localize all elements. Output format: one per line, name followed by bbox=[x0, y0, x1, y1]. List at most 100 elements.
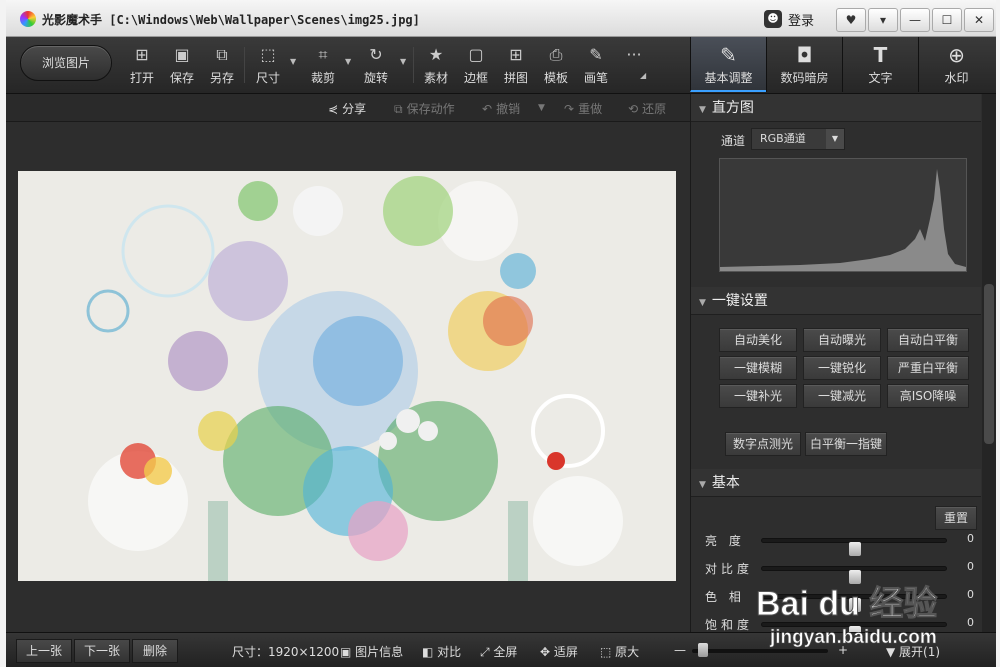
collapse-icon: ▼ bbox=[699, 480, 706, 490]
brightness-slider[interactable]: 亮 度 0 bbox=[705, 530, 975, 556]
tab-digital-darkroom[interactable]: ◘ 数码暗房 bbox=[766, 37, 842, 92]
hue-slider[interactable]: 色 相 0 bbox=[705, 586, 975, 612]
oneclick-section-header[interactable]: ▼ 一键设置 bbox=[691, 287, 981, 315]
slider-knob[interactable] bbox=[849, 598, 861, 612]
slider-track[interactable] bbox=[761, 594, 947, 612]
save-action-button[interactable]: ⧉ 保存动作 bbox=[394, 100, 455, 117]
app-logo-icon bbox=[20, 11, 36, 27]
save-as-button[interactable]: ⧉ 另存 bbox=[202, 45, 242, 89]
basic-section-header[interactable]: ▼ 基本 bbox=[691, 469, 981, 497]
one-click-sharpen-button[interactable]: 一键锐化 bbox=[803, 356, 881, 380]
auto-white-balance-button[interactable]: 自动白平衡 bbox=[887, 328, 969, 352]
login-button[interactable]: ☻ 登录 bbox=[764, 8, 814, 30]
rotate-button[interactable]: ↻ 旋转 bbox=[356, 45, 396, 89]
redo-icon: ↷ bbox=[564, 102, 575, 116]
tab-text[interactable]: T 文字 bbox=[842, 37, 918, 92]
rotate-dropdown-icon[interactable]: ▼ bbox=[400, 57, 406, 66]
collage-icon: ⊞ bbox=[509, 45, 523, 64]
chevron-down-icon: ▼ bbox=[826, 129, 844, 149]
restore-button[interactable]: ⟲ 还原 bbox=[628, 100, 666, 117]
crop-button[interactable]: ⌗ 裁剪 bbox=[303, 45, 343, 89]
expand-icon: ▼ bbox=[886, 645, 900, 659]
reset-button[interactable]: 重置 bbox=[935, 506, 977, 530]
zoom-out-button[interactable]: — bbox=[674, 643, 686, 657]
white-balance-pick-button[interactable]: 白平衡一指键 bbox=[805, 432, 887, 456]
share-button[interactable]: ⋞ 分享 bbox=[328, 100, 366, 117]
contrast-slider[interactable]: 对比度 0 bbox=[705, 558, 975, 584]
saturation-slider[interactable]: 饱和度 0 bbox=[705, 614, 975, 640]
compare-icon: ◧ bbox=[422, 645, 438, 659]
brush-icon: ✎ bbox=[589, 45, 603, 64]
template-button[interactable]: ⎙ 模板 bbox=[536, 45, 576, 89]
tab-basic-adjust[interactable]: ✎ 基本调整 bbox=[690, 37, 766, 92]
high-iso-denoise-button[interactable]: 高ISO降噪 bbox=[887, 384, 969, 408]
auto-beautify-button[interactable]: 自动美化 bbox=[719, 328, 797, 352]
crop-icon: ⌗ bbox=[318, 45, 328, 64]
menu-button[interactable]: ▾ bbox=[868, 8, 898, 32]
more-icon: ··· bbox=[626, 45, 642, 64]
undo-dropdown-icon[interactable]: ▼ bbox=[538, 103, 545, 113]
collapse-icon: ▼ bbox=[699, 105, 706, 115]
adjust-icon: ✎ bbox=[720, 43, 737, 67]
tab-watermark[interactable]: ⊕ 水印 bbox=[918, 37, 994, 92]
open-button[interactable]: ⊞ 打开 bbox=[122, 45, 162, 89]
material-button[interactable]: ★ 素材 bbox=[416, 45, 456, 89]
next-image-button[interactable]: 下一张 bbox=[74, 639, 130, 663]
scrollbar-thumb[interactable] bbox=[984, 284, 994, 444]
zoom-slider[interactable] bbox=[692, 649, 828, 653]
slider-track[interactable] bbox=[761, 622, 947, 640]
resize-icon: ⬚ bbox=[260, 45, 276, 64]
skin-button[interactable]: ♥ bbox=[836, 8, 866, 32]
slider-track[interactable] bbox=[761, 538, 947, 556]
more-button[interactable]: ··· bbox=[614, 45, 654, 89]
expand-button[interactable]: ▼ 展开(1) bbox=[886, 643, 940, 660]
auto-exposure-button[interactable]: 自动曝光 bbox=[803, 328, 881, 352]
close-button[interactable]: ✕ bbox=[964, 8, 994, 32]
template-icon: ⎙ bbox=[549, 45, 563, 64]
severe-white-balance-button[interactable]: 严重白平衡 bbox=[887, 356, 969, 380]
previous-image-button[interactable]: 上一张 bbox=[16, 639, 72, 663]
reduce-light-button[interactable]: 一键减光 bbox=[803, 384, 881, 408]
crop-dropdown-icon[interactable]: ▼ bbox=[345, 57, 351, 66]
photo-canvas[interactable] bbox=[18, 171, 676, 581]
fullscreen-icon: ⤢ bbox=[480, 645, 494, 659]
redo-button[interactable]: ↷ 重做 bbox=[564, 100, 602, 117]
canvas-area: ⋞ 分享 ⧉ 保存动作 ↶ 撤销 ▼ ↷ 重做 ⟲ 还原 bbox=[6, 94, 690, 632]
histogram-graph bbox=[720, 169, 966, 271]
maximize-button[interactable]: ☐ bbox=[932, 8, 962, 32]
floral-artwork-image bbox=[18, 171, 676, 581]
fill-light-button[interactable]: 一键补光 bbox=[719, 384, 797, 408]
brush-button[interactable]: ✎ 画笔 bbox=[576, 45, 616, 89]
save-button[interactable]: ▣ 保存 bbox=[162, 45, 202, 89]
main-toolbar: 浏览图片 ⊞ 打开 ▣ 保存 ⧉ 另存 ⬚ 尺寸 ▼ ⌗ 裁剪 ▼ ↻ 旋转 ▼ ★ 素材 ▢… bbox=[6, 37, 996, 94]
minimize-button[interactable]: — bbox=[900, 8, 930, 32]
spot-metering-button[interactable]: 数字点测光 bbox=[725, 432, 801, 456]
zoom-in-button[interactable]: + bbox=[838, 643, 848, 657]
slider-knob[interactable] bbox=[849, 570, 861, 584]
user-face-icon: ☻ bbox=[764, 10, 782, 28]
one-click-blur-button[interactable]: 一键模糊 bbox=[719, 356, 797, 380]
original-size-button[interactable]: ⬚ 原大 bbox=[600, 643, 639, 660]
collage-button[interactable]: ⊞ 拼图 bbox=[496, 45, 536, 89]
browse-images-button[interactable]: 浏览图片 bbox=[20, 45, 112, 81]
histogram-section-header[interactable]: ▼ 直方图 bbox=[691, 94, 981, 122]
undo-button[interactable]: ↶ 撤销 bbox=[482, 100, 520, 117]
image-info-button[interactable]: ▣ 图片信息 bbox=[340, 643, 403, 660]
border-button[interactable]: ▢ 边框 bbox=[456, 45, 496, 89]
resize-dropdown-icon[interactable]: ▼ bbox=[290, 57, 296, 66]
panel-scrollbar[interactable] bbox=[982, 94, 996, 632]
channel-label: 通道 bbox=[721, 134, 746, 148]
fit-icon: ✥ bbox=[540, 645, 554, 659]
save-icon: ▣ bbox=[174, 45, 190, 64]
slider-knob[interactable] bbox=[849, 542, 861, 556]
fullscreen-button[interactable]: ⤢ 全屏 bbox=[480, 643, 517, 660]
delete-button[interactable]: 删除 bbox=[132, 639, 178, 663]
resize-button[interactable]: ⬚ 尺寸 bbox=[248, 45, 288, 89]
fit-screen-button[interactable]: ✥ 适屏 bbox=[540, 643, 578, 660]
status-bar: 上一张 下一张 删除 尺寸：1920×1200 ▣ 图片信息 ◧ 对比 ⤢ 全屏… bbox=[6, 632, 996, 667]
zoom-knob[interactable] bbox=[698, 643, 708, 657]
channel-select[interactable]: RGB通道 ▼ bbox=[751, 128, 845, 150]
slider-track[interactable] bbox=[761, 566, 947, 584]
watermark-icon: ⊕ bbox=[948, 43, 965, 67]
compare-button[interactable]: ◧ 对比 bbox=[422, 643, 461, 660]
